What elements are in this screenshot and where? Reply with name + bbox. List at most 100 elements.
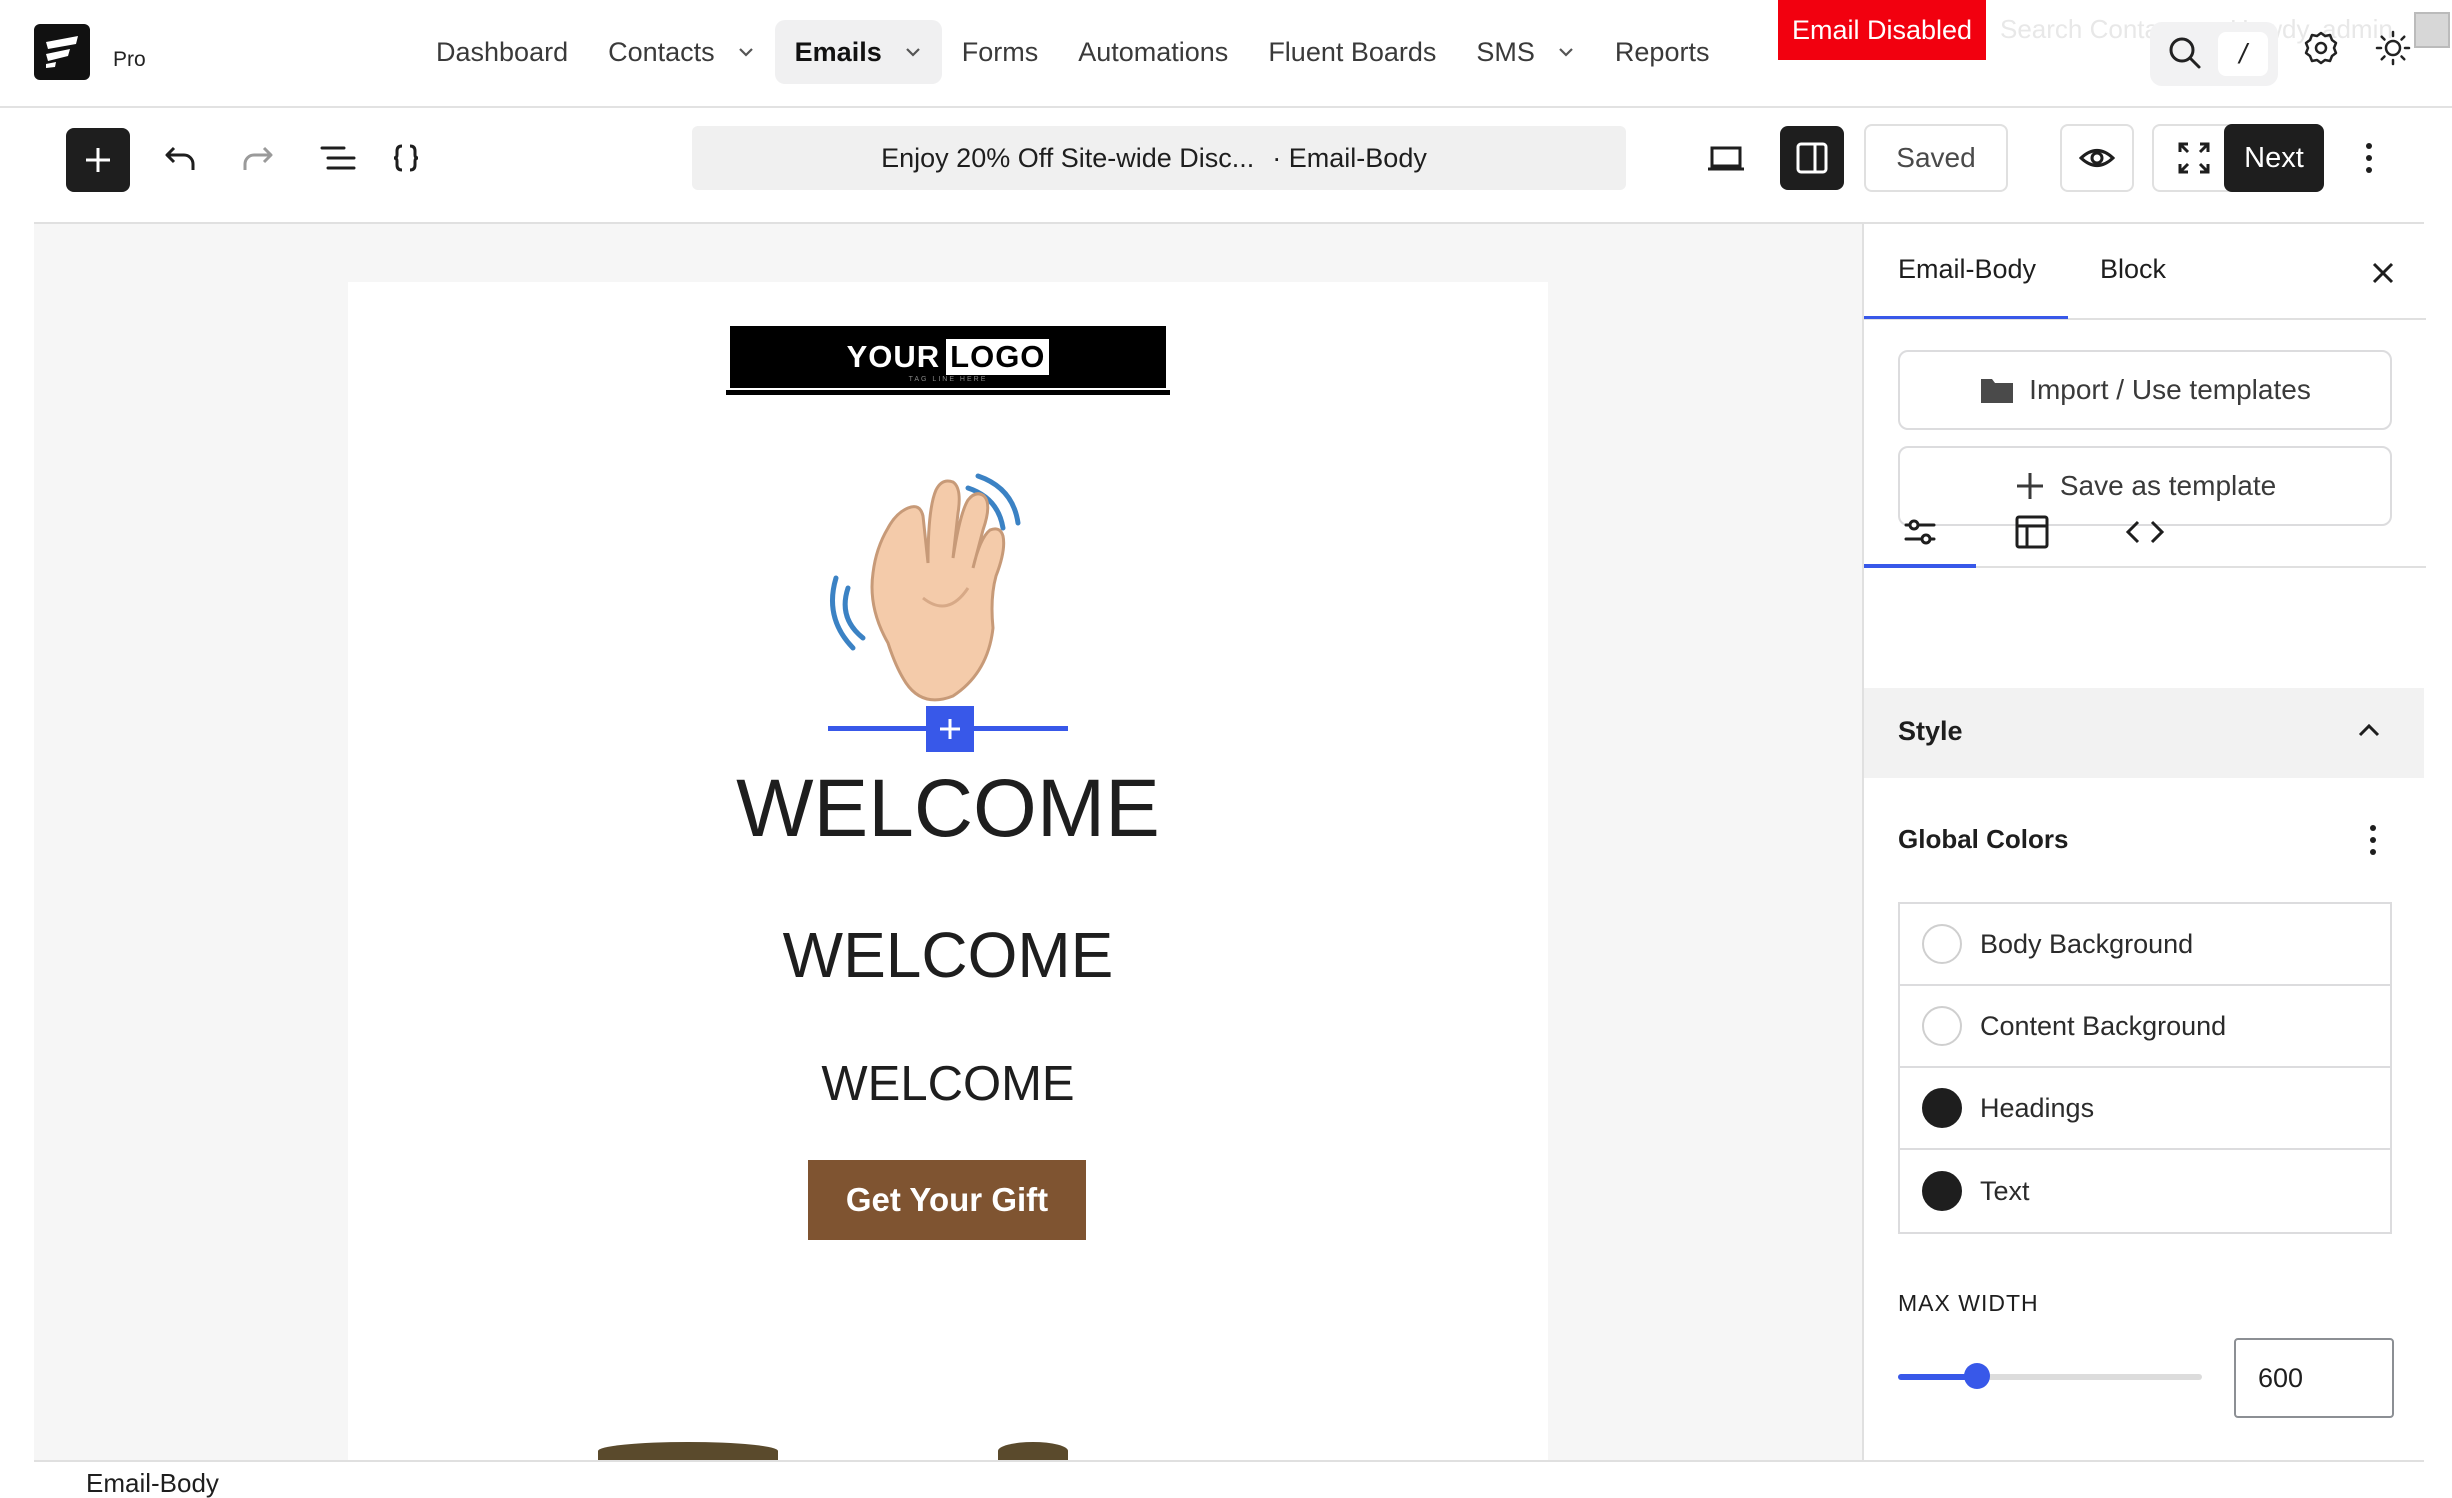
logo-tagline: TAG LINE HERE: [908, 376, 988, 383]
plan-badge: Pro: [113, 48, 146, 71]
max-width-slider-thumb[interactable]: [1964, 1363, 1991, 1389]
nav-item-label: Dashboard: [436, 36, 569, 67]
nav-item-label: Forms: [961, 36, 1039, 67]
block-breadcrumb-bar: Email-Body: [34, 1460, 2424, 1498]
search-icon: [2169, 37, 2201, 69]
color-row-text[interactable]: Text: [1900, 1150, 2390, 1232]
chevron-down-icon: [905, 48, 920, 57]
search-shortcut-key: /: [2218, 32, 2268, 76]
get-your-gift-button[interactable]: Get Your Gift: [808, 1160, 1086, 1240]
global-search-button[interactable]: /: [2150, 22, 2278, 86]
eye-icon: [2079, 149, 2115, 167]
settings-sidebar: Email-Body Block Import / Use templates …: [1862, 224, 2426, 1460]
heading-large[interactable]: WELCOME: [348, 762, 1548, 856]
search-contacts-ghost-text: Search Conta: [2000, 14, 2159, 44]
cropped-image-top-right: [998, 1442, 1068, 1460]
nav-item-forms[interactable]: Forms: [942, 20, 1059, 84]
document-title-bar[interactable]: Enjoy 20% Off Site-wide Disc... · Email-…: [692, 126, 1626, 190]
nav-item-contacts[interactable]: Contacts: [588, 20, 775, 84]
tab-block[interactable]: Block: [2100, 254, 2166, 285]
heading-medium[interactable]: WELCOME: [348, 918, 1548, 992]
logo-text-your: YOUR: [846, 339, 941, 374]
settings-gear-icon[interactable]: [2303, 30, 2339, 66]
color-label: Content Background: [1980, 1010, 2227, 1041]
nav-item-label: Automations: [1078, 36, 1229, 67]
code-braces-icon[interactable]: [390, 140, 422, 176]
chevron-down-icon: [738, 48, 753, 57]
add-block-button[interactable]: [66, 128, 130, 192]
global-colors-title: Global Colors: [1898, 824, 2069, 854]
plus-icon: [86, 148, 110, 172]
chevron-up-icon: [2358, 723, 2380, 737]
admin-avatar[interactable]: [2414, 12, 2450, 48]
color-row-headings[interactable]: Headings: [1900, 1068, 2390, 1150]
max-width-label: MAX WIDTH: [1898, 1290, 2039, 1316]
nav-item-fluent-boards[interactable]: Fluent Boards: [1248, 20, 1456, 84]
plus-icon: [2014, 470, 2046, 502]
active-icon-tab-indicator: [1864, 564, 1976, 568]
max-width-input[interactable]: 600: [2234, 1338, 2394, 1418]
color-swatch[interactable]: [1922, 924, 1962, 964]
max-width-slider[interactable]: [1898, 1363, 2202, 1389]
breadcrumb-email-body[interactable]: Email-Body: [86, 1468, 219, 1498]
logo-text-logo: LOGO: [946, 339, 1050, 375]
nav-item-sms[interactable]: SMS: [1456, 20, 1595, 84]
insert-block-after-button[interactable]: [926, 706, 974, 752]
theme-toggle-sun-icon[interactable]: [2375, 30, 2411, 66]
nav-item-label: Contacts: [608, 36, 715, 67]
toggle-settings-sidebar-button[interactable]: [1780, 126, 1844, 190]
style-panel-title: Style: [1898, 716, 1963, 746]
document-overview-icon[interactable]: [318, 140, 358, 176]
email-disabled-badge[interactable]: Email Disabled: [1778, 0, 1986, 60]
color-swatch[interactable]: [1922, 1171, 1962, 1211]
undo-icon[interactable]: [162, 140, 198, 176]
desktop-preview-icon[interactable]: [1706, 140, 1746, 176]
saved-button[interactable]: Saved: [1864, 124, 2008, 192]
color-swatch[interactable]: [1922, 1006, 1962, 1046]
nav-item-emails[interactable]: Emails: [774, 20, 942, 84]
color-swatch[interactable]: [1922, 1088, 1962, 1128]
tab-email-body[interactable]: Email-Body: [1898, 254, 2036, 285]
heading-small[interactable]: WELCOME: [348, 1056, 1548, 1112]
import-templates-button[interactable]: Import / Use templates: [1898, 350, 2392, 430]
color-label: Body Background: [1980, 928, 2194, 959]
color-row-content-background[interactable]: Content Background: [1900, 986, 2390, 1068]
color-label: Text: [1980, 1175, 2030, 1206]
waving-hand-image[interactable]: [828, 468, 1068, 708]
logo-underline: [726, 390, 1170, 395]
nav-item-reports[interactable]: Reports: [1595, 20, 1730, 84]
expand-icon: [2178, 142, 2210, 174]
plus-icon: [940, 719, 960, 739]
nav-item-dashboard[interactable]: Dashboard: [416, 20, 588, 84]
email-content-area: YOUR LOGO TAG LINE HERE WELCOME WELCOME …: [348, 282, 1548, 1462]
nav-item-label: Emails: [794, 36, 882, 67]
nav-item-automations[interactable]: Automations: [1058, 20, 1248, 84]
top-navigation: Pro Dashboard Contacts Emails Forms Automati…: [0, 0, 2452, 108]
chevron-down-icon: [1559, 48, 1573, 57]
custom-code-icon[interactable]: [2124, 514, 2166, 550]
style-panel-header[interactable]: Style: [1864, 688, 2424, 778]
folder-icon: [1979, 375, 2015, 405]
preview-button[interactable]: [2060, 124, 2134, 192]
redo-icon[interactable]: [240, 140, 276, 176]
global-colors-list: Body Background Content Background Heading…: [1898, 902, 2392, 1234]
cropped-image-top-left: [598, 1442, 778, 1460]
fluentcrm-logo-icon[interactable]: [34, 24, 90, 80]
color-label: Headings: [1980, 1092, 2095, 1123]
layout-icon[interactable]: [2014, 514, 2050, 550]
email-subject-title: Enjoy 20% Off Site-wide Disc...: [881, 142, 1255, 173]
color-row-body-background[interactable]: Body Background: [1900, 904, 2390, 986]
nav-item-label: Fluent Boards: [1268, 36, 1437, 67]
nav-item-label: Reports: [1614, 36, 1710, 67]
template-context-label: · Email-Body: [1272, 142, 1427, 173]
settings-sliders-icon[interactable]: [1902, 514, 1938, 550]
editor-canvas: YOUR LOGO TAG LINE HERE WELCOME WELCOME …: [34, 224, 1862, 1462]
logo-image-block[interactable]: YOUR LOGO TAG LINE HERE: [726, 326, 1170, 396]
more-options-icon[interactable]: [2364, 140, 2374, 176]
sidebar-panel-icon: [1796, 142, 1828, 174]
save-as-template-label: Save as template: [2059, 470, 2277, 501]
global-colors-more-icon[interactable]: [2368, 822, 2378, 858]
next-button[interactable]: Next: [2224, 124, 2324, 192]
close-icon[interactable]: [2368, 258, 2398, 288]
nav-item-label: SMS: [1476, 36, 1535, 67]
